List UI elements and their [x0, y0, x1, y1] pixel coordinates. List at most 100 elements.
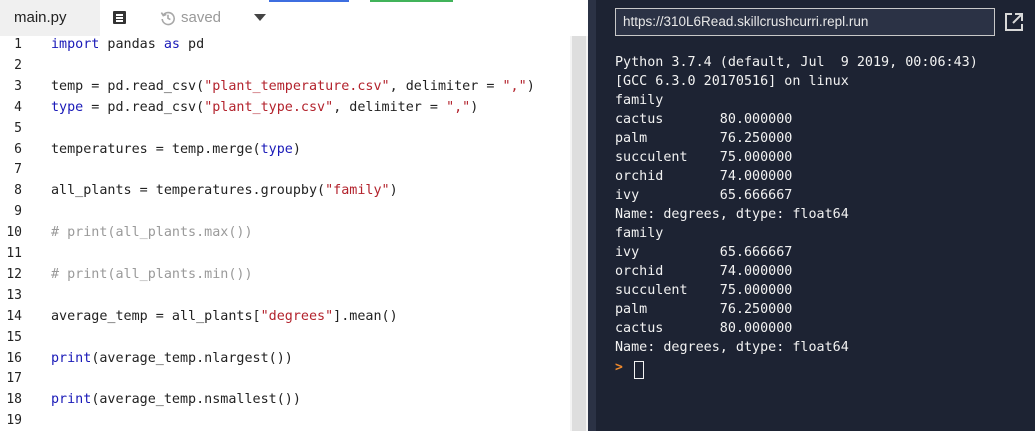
code-text: temperatures = temp.merge(type) [51, 142, 301, 157]
code-text: average_temp = all_plants["degrees"].mea… [51, 309, 398, 324]
code-keyword: type [51, 99, 84, 115]
code-line[interactable]: 18 print(average_temp.nsmallest()) [0, 391, 570, 412]
editor-scrollbar-thumb[interactable] [572, 36, 586, 431]
line-number: 4 [14, 99, 22, 115]
console-line: Name: degrees, dtype: float64 [615, 207, 849, 222]
code-line[interactable]: 5 [0, 120, 570, 141]
accent-bar-green [370, 0, 453, 2]
code-text: # print(all_plants.min()) [51, 267, 253, 282]
code-token: ].mean() [333, 308, 398, 324]
code-text: # print(all_plants.max()) [51, 225, 253, 240]
code-line[interactable]: 17 [0, 370, 570, 391]
line-number: 5 [14, 120, 22, 136]
line-number: 15 [6, 329, 22, 345]
line-number: 12 [6, 266, 22, 282]
code-token: ) [526, 78, 535, 94]
open-in-new-tab-icon[interactable] [1003, 11, 1025, 33]
console-line: family [615, 93, 664, 108]
console-line: family [615, 226, 664, 241]
line-number: 9 [14, 204, 22, 220]
line-number: 16 [6, 350, 22, 366]
code-token: (average_temp.nlargest()) [91, 350, 293, 366]
line-number: 19 [6, 413, 22, 429]
saved-status: saved [181, 9, 222, 26]
line-number: 13 [6, 287, 22, 303]
line-number: 1 [14, 37, 22, 52]
editor-toolbar: main.py saved [0, 0, 588, 36]
console-line: orchid 74.000000 [615, 264, 793, 279]
pane-divider[interactable] [588, 0, 596, 431]
code-token: temp = pd.read_csv( [51, 78, 205, 94]
console-line: Name: degrees, dtype: float64 [615, 340, 849, 355]
code-token: = pd.read_csv( [83, 99, 205, 115]
code-token: , delimiter = [333, 99, 447, 115]
line-number: 6 [14, 141, 22, 157]
code-string: "," [502, 78, 527, 94]
code-token: pandas [99, 37, 164, 52]
code-keyword: import [51, 37, 100, 52]
code-line[interactable]: 7 [0, 161, 570, 182]
console-line: succulent 75.000000 [615, 150, 793, 165]
code-string: "family" [325, 183, 390, 199]
line-number: 10 [6, 225, 22, 241]
text-cursor [634, 361, 644, 379]
line-number: 14 [6, 308, 22, 324]
console-output: Python 3.7.4 (default, Jul 9 2019, 00:06… [615, 53, 1030, 357]
line-number: 3 [14, 78, 22, 94]
code-line[interactable]: 16 print(average_temp.nlargest()) [0, 350, 570, 371]
console-line: cactus 80.000000 [615, 112, 793, 127]
code-line[interactable]: 4 type = pd.read_csv("plant_type.csv", de… [0, 99, 570, 120]
console-line: ivy 65.666667 [615, 245, 793, 260]
line-number: 7 [14, 162, 22, 178]
code-text: type = pd.read_csv("plant_type.csv", del… [51, 100, 478, 115]
console-line: palm 76.250000 [615, 302, 793, 317]
code-line[interactable]: 1 import pandas as pd [0, 36, 570, 57]
file-icon[interactable] [113, 11, 126, 24]
history-icon [160, 11, 175, 26]
file-tab[interactable]: main.py [0, 0, 100, 36]
code-token: ) [292, 141, 301, 157]
accent-bar-blue [269, 0, 349, 2]
code-line[interactable]: 2 [0, 57, 570, 78]
code-keyword: type [260, 141, 293, 157]
code-text: print(average_temp.nlargest()) [51, 351, 293, 366]
code-line[interactable]: 12 # print(all_plants.min()) [0, 266, 570, 287]
file-tab-label: main.py [14, 9, 67, 26]
line-number: 8 [14, 183, 22, 199]
code-line[interactable]: 15 [0, 329, 570, 350]
code-line[interactable]: 10 # print(all_plants.max()) [0, 224, 570, 245]
line-number: 2 [14, 57, 22, 73]
console-line: [GCC 6.3.0 20170516] on linux [615, 74, 849, 89]
chevron-down-icon[interactable] [254, 14, 266, 21]
code-keyword: print [51, 350, 92, 366]
code-token: ) [470, 99, 479, 115]
code-token: average_temp = all_plants[ [51, 308, 261, 324]
code-line[interactable]: 14 average_temp = all_plants["degrees"].m… [0, 308, 570, 329]
console-line: Python 3.7.4 (default, Jul 9 2019, 00:06… [615, 55, 978, 70]
code-line[interactable]: 3 temp = pd.read_csv("plant_temperature.c… [0, 78, 570, 99]
code-token: pd [180, 37, 205, 52]
code-string: "plant_temperature.csv" [204, 78, 390, 94]
code-editor[interactable]: 1 import pandas as pd 2 3 temp = pd.read_csv… [0, 36, 570, 431]
code-text: import pandas as pd [51, 37, 204, 52]
code-string: "," [446, 99, 471, 115]
code-line[interactable]: 9 [0, 203, 570, 224]
code-text: temp = pd.read_csv("plant_temperature.cs… [51, 79, 535, 94]
console-line: palm 76.250000 [615, 131, 793, 146]
console-line: orchid 74.000000 [615, 169, 793, 184]
code-token: all_plants = temperatures.groupby( [51, 183, 326, 199]
code-keyword: as [163, 37, 180, 52]
line-number: 17 [6, 371, 22, 387]
code-line[interactable]: 11 [0, 245, 570, 266]
line-number: 11 [6, 246, 22, 261]
code-line[interactable]: 6 temperatures = temp.merge(type) [0, 141, 570, 162]
code-line[interactable]: 19 [0, 412, 570, 433]
code-comment: # print(all_plants.max()) [51, 225, 253, 241]
code-token: ) [389, 183, 398, 199]
console-line: cactus 80.000000 [615, 321, 793, 336]
code-keyword: print [51, 392, 92, 408]
url-bar[interactable]: https://310L6Read.skillcrushcurri.repl.r… [615, 8, 995, 36]
url-text: https://310L6Read.skillcrushcurri.repl.r… [623, 14, 869, 29]
code-line[interactable]: 13 [0, 287, 570, 308]
code-line[interactable]: 8 all_plants = temperatures.groupby("fami… [0, 182, 570, 203]
